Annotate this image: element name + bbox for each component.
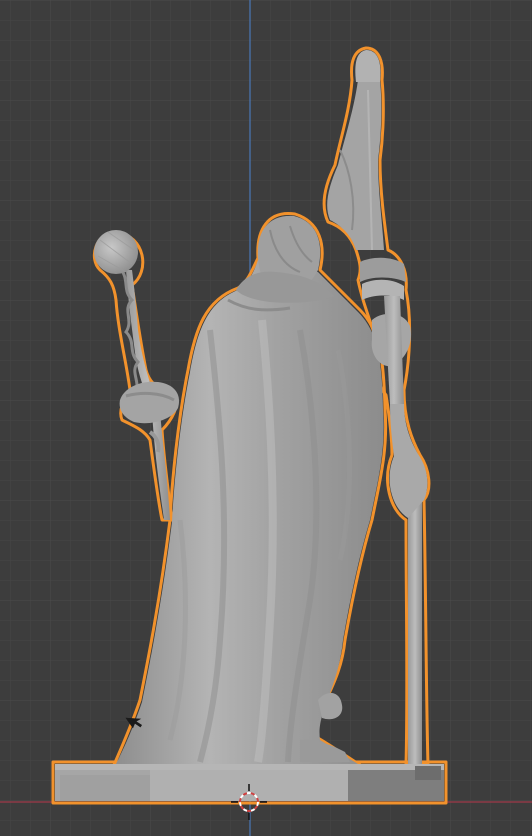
statue-base (55, 764, 444, 801)
3d-viewport[interactable] (0, 0, 532, 836)
